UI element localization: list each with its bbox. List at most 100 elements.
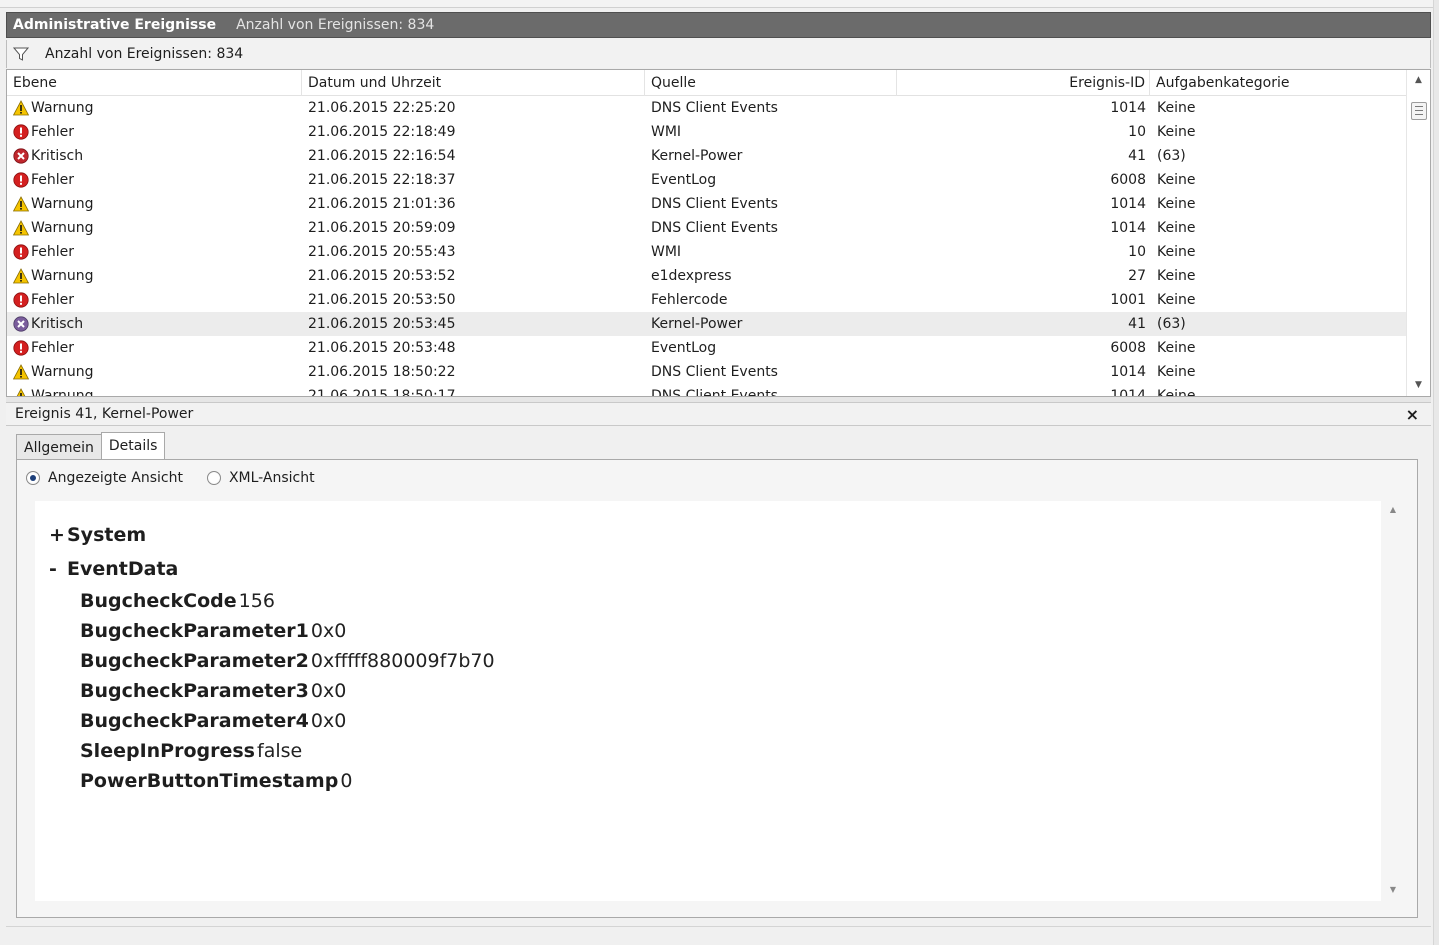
critical-icon <box>13 316 31 332</box>
event-data-item: SleepInProgress false <box>80 740 302 762</box>
category-cell: Keine <box>1157 340 1196 356</box>
warning-icon <box>13 268 31 284</box>
event-count: Anzahl von Ereignissen: 834 <box>236 17 435 33</box>
section-system[interactable]: + System <box>49 524 146 546</box>
table-row[interactable]: Fehler 21.06.2015 20:53:48 EventLog 6008 Kei… <box>7 336 1407 360</box>
date-cell: 21.06.2015 20:55:43 <box>308 244 456 260</box>
scroll-up-icon[interactable]: ▲ <box>1407 72 1430 88</box>
category-cell: Keine <box>1157 172 1196 188</box>
event-data-key: BugcheckParameter2 <box>80 650 309 672</box>
level-text: Fehler <box>31 340 75 356</box>
column-header-level[interactable]: Ebene <box>7 70 302 96</box>
date-cell: 21.06.2015 20:59:09 <box>308 220 456 236</box>
level-text: Fehler <box>31 124 75 140</box>
date-cell: 21.06.2015 20:53:52 <box>308 268 456 284</box>
radio-displayed-view[interactable]: Angezeigte Ansicht <box>26 470 183 486</box>
filter-bar[interactable]: Anzahl von Ereignissen: 834 <box>6 40 1431 68</box>
tab-details[interactable]: Details <box>100 432 166 461</box>
radio-unselected-icon[interactable] <box>206 471 221 485</box>
events-grid[interactable]: Ebene Datum und Uhrzeit Quelle Ereignis-… <box>6 69 1431 397</box>
source-cell: DNS Client Events <box>651 100 778 116</box>
event-details-view[interactable]: + System - EventData BugcheckCode 156 Bug… <box>35 501 1403 901</box>
table-row[interactable]: Fehler 21.06.2015 20:55:43 WMI 10 Keine <box>7 240 1407 264</box>
event-data-item: BugcheckCode 156 <box>80 590 275 612</box>
scroll-down-icon[interactable]: ▼ <box>1383 885 1403 894</box>
warning-icon <box>13 196 31 212</box>
category-cell: Keine <box>1157 100 1196 116</box>
event-id-cell: 1014 <box>1110 196 1146 212</box>
status-strip <box>6 926 1431 936</box>
date-cell: 21.06.2015 18:50:17 <box>308 388 456 397</box>
tab-allgemein[interactable]: Allgemein <box>16 434 102 460</box>
radio-selected-icon[interactable] <box>26 471 40 485</box>
warning-icon <box>13 220 31 236</box>
table-row[interactable]: Warnung 21.06.2015 20:59:09 DNS Client Eve… <box>7 216 1407 240</box>
table-row[interactable]: Warnung 21.06.2015 18:50:17 DNS Client Eve… <box>7 384 1407 397</box>
level-cell: Kritisch <box>13 312 83 336</box>
event-data-item: BugcheckParameter1 0x0 <box>80 620 346 642</box>
filter-icon[interactable] <box>13 46 29 62</box>
event-id-cell: 41 <box>1128 316 1146 332</box>
scroll-down-icon[interactable]: ▼ <box>1407 377 1430 393</box>
radio-displayed-view-label: Angezeigte Ansicht <box>48 470 183 486</box>
event-id-cell: 1014 <box>1110 220 1146 236</box>
error-icon <box>13 124 31 140</box>
expand-icon[interactable]: + <box>49 524 67 546</box>
table-row[interactable]: Warnung 21.06.2015 22:25:20 DNS Client Eve… <box>7 96 1407 120</box>
level-text: Fehler <box>31 172 75 188</box>
view-title-bar: Administrative Ereignisse Anzahl von Ere… <box>6 12 1431 38</box>
category-cell: (63) <box>1157 316 1186 332</box>
category-cell: Keine <box>1157 364 1196 380</box>
table-row[interactable]: Warnung 21.06.2015 20:53:52 e1dexpress 27 Ke… <box>7 264 1407 288</box>
date-cell: 21.06.2015 22:25:20 <box>308 100 456 116</box>
level-text: Warnung <box>31 220 94 236</box>
warning-icon <box>13 100 31 116</box>
grid-scrollbar[interactable]: ▲ ▼ <box>1406 70 1430 396</box>
view-mode-group: Angezeigte Ansicht XML-Ansicht <box>26 470 339 486</box>
error-icon <box>13 172 31 188</box>
event-id-cell: 1014 <box>1110 388 1146 397</box>
source-cell: EventLog <box>651 172 717 188</box>
table-row[interactable]: Fehler 21.06.2015 22:18:49 WMI 10 Keine <box>7 120 1407 144</box>
table-row[interactable]: Fehler 21.06.2015 20:53:50 Fehlercode 1001 K… <box>7 288 1407 312</box>
event-data-item: PowerButtonTimestamp 0 <box>80 770 352 792</box>
table-row[interactable]: Kritisch 21.06.2015 22:16:54 Kernel-Power 4… <box>7 144 1407 168</box>
source-cell: EventLog <box>651 340 717 356</box>
table-row[interactable]: Warnung 21.06.2015 21:01:36 DNS Client Eve… <box>7 192 1407 216</box>
collapse-icon[interactable]: - <box>49 558 67 580</box>
category-cell: Keine <box>1157 268 1196 284</box>
level-text: Fehler <box>31 292 75 308</box>
section-eventdata[interactable]: - EventData <box>49 558 178 580</box>
level-text: Warnung <box>31 364 94 380</box>
column-header-source[interactable]: Quelle <box>645 70 897 96</box>
table-row[interactable]: Kritisch 21.06.2015 20:53:45 Kernel-Power 4… <box>7 312 1407 336</box>
column-header-event-id[interactable]: Ereignis-ID <box>897 70 1150 96</box>
column-header-date[interactable]: Datum und Uhrzeit <box>302 70 645 96</box>
filter-text: Anzahl von Ereignissen: 834 <box>45 46 244 62</box>
section-system-label: System <box>67 524 147 546</box>
event-data-item: BugcheckParameter4 0x0 <box>80 710 346 732</box>
date-cell: 21.06.2015 18:50:22 <box>308 364 456 380</box>
detail-title: Ereignis 41, Kernel-Power <box>15 406 194 422</box>
event-data-item: BugcheckParameter2 0xfffff880009f7b70 <box>80 650 495 672</box>
details-scrollbar[interactable]: ▲ ▼ <box>1383 501 1403 901</box>
radio-xml-view[interactable]: XML-Ansicht <box>206 470 315 486</box>
column-header-task-category[interactable]: Aufgabenkategorie <box>1150 70 1407 96</box>
category-cell: Keine <box>1157 292 1196 308</box>
event-data-value: 0x0 <box>310 680 347 702</box>
event-id-cell: 6008 <box>1110 172 1146 188</box>
event-id-cell: 6008 <box>1110 340 1146 356</box>
close-icon[interactable]: × <box>1406 405 1419 424</box>
scroll-thumb[interactable] <box>1411 102 1427 120</box>
error-icon <box>13 340 31 356</box>
source-cell: e1dexpress <box>651 268 732 284</box>
event-data-value: 0x0 <box>310 620 347 642</box>
scroll-up-icon[interactable]: ▲ <box>1383 505 1403 514</box>
table-row[interactable]: Warnung 21.06.2015 18:50:22 DNS Client Eve… <box>7 360 1407 384</box>
grid-rows: Warnung 21.06.2015 22:25:20 DNS Client Eve… <box>7 96 1407 397</box>
table-row[interactable]: Fehler 21.06.2015 22:18:37 EventLog 6008 Kei… <box>7 168 1407 192</box>
date-cell: 21.06.2015 20:53:50 <box>308 292 456 308</box>
level-cell: Warnung <box>13 360 94 384</box>
level-cell: Warnung <box>13 264 94 288</box>
level-text: Kritisch <box>31 148 84 164</box>
